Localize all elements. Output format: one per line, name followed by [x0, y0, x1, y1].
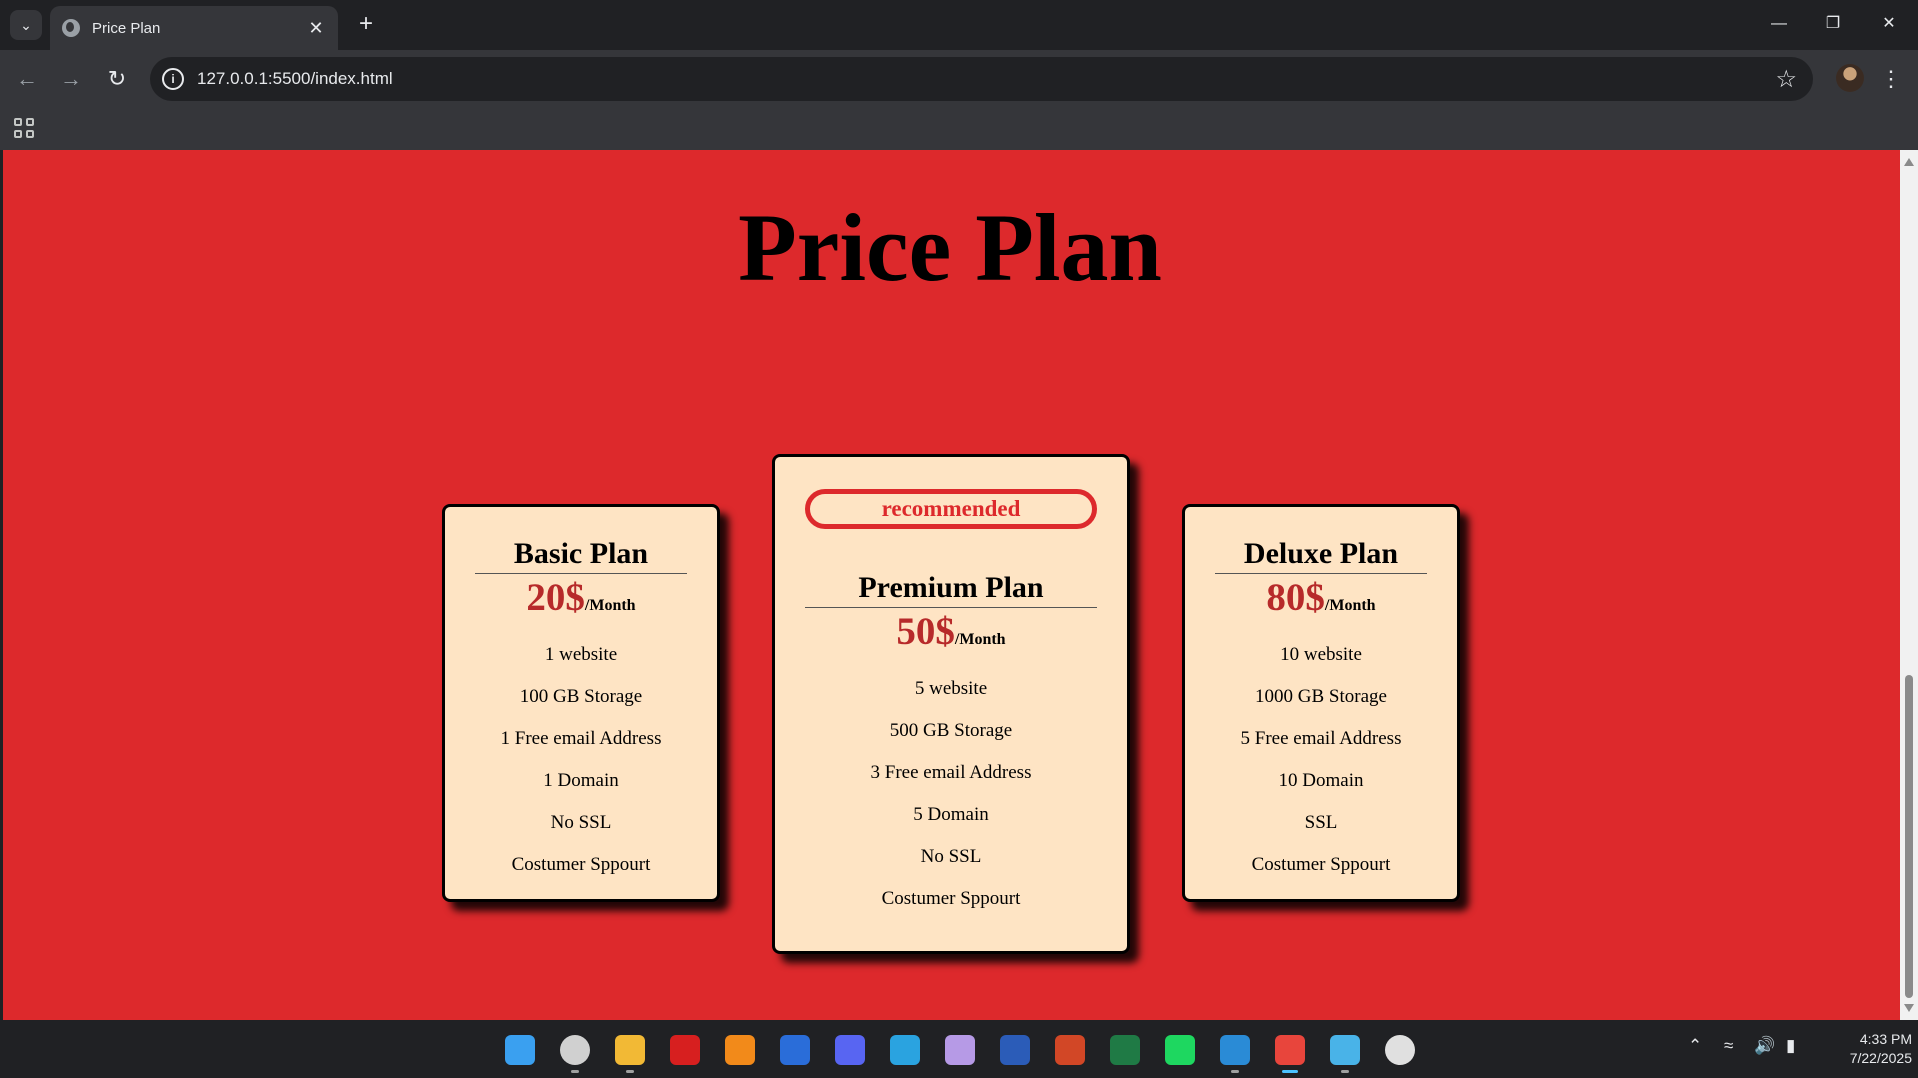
chrome-icon[interactable] — [1275, 1035, 1305, 1065]
clock-date: 7/22/2025 — [1849, 1050, 1912, 1066]
feature-item: 10 website — [1280, 644, 1362, 665]
price-period: /Month — [954, 631, 1006, 648]
forward-arrow-icon[interactable]: → — [54, 62, 88, 96]
scroll-thumb[interactable] — [1905, 675, 1913, 998]
show-hidden-icons-chevron-icon[interactable]: ⌃ — [1688, 1036, 1702, 1056]
start-icon[interactable] — [505, 1035, 535, 1065]
scroll-up-arrow-icon[interactable] — [1904, 158, 1914, 166]
plan-price: 80$/Month — [1185, 576, 1457, 628]
back-arrow-icon[interactable]: ← — [10, 62, 44, 96]
feature-item: 5 Free email Address — [1240, 728, 1402, 749]
plan-name: Premium Plan — [805, 571, 1097, 608]
tab-title: Price Plan — [92, 19, 161, 37]
feature-item: Costumer Sppourt — [1251, 854, 1391, 875]
feature-item: 1 website — [544, 644, 618, 665]
browser-tab[interactable]: Price Plan ✕ — [50, 6, 338, 50]
feature-item: SSL — [1304, 812, 1338, 833]
feature-item: No SSL — [920, 846, 982, 867]
plan-price: 20$/Month — [445, 576, 717, 628]
recommended-badge: recommended — [805, 489, 1097, 529]
feature-item: 1 Domain — [543, 770, 619, 791]
feature-item: Costumer Sppourt — [881, 888, 1021, 909]
powerpoint-icon[interactable] — [1055, 1035, 1085, 1065]
price-amount: 20$ — [526, 576, 585, 619]
acrobat-icon[interactable] — [670, 1035, 700, 1065]
tab-close-icon[interactable]: ✕ — [306, 18, 326, 39]
spotify-icon[interactable] — [1165, 1035, 1195, 1065]
plan-price: 50$/Month — [775, 610, 1127, 662]
excel-icon[interactable] — [1110, 1035, 1140, 1065]
close-window-button[interactable]: ✕ — [1866, 8, 1912, 40]
feature-list: 5 website 500 GB Storage 3 Free email Ad… — [775, 668, 1127, 920]
profile-avatar[interactable] — [1836, 64, 1864, 92]
new-tab-button[interactable]: + — [352, 10, 380, 40]
page-title: Price Plan — [738, 194, 1162, 301]
wifi-icon[interactable]: ≈ — [1724, 1036, 1733, 1056]
page-viewport: Price Plan Basic Plan 20$/Month 1 websit… — [0, 150, 1918, 1020]
running-indicator — [626, 1070, 634, 1073]
vlc-icon[interactable] — [725, 1035, 755, 1065]
bookmarks-bar — [0, 108, 1918, 150]
discord-icon[interactable] — [835, 1035, 865, 1065]
plan-name: Deluxe Plan — [1215, 537, 1427, 574]
feature-item: 100 GB Storage — [519, 686, 643, 707]
remote-desktop-icon[interactable] — [1385, 1035, 1415, 1065]
site-info-icon[interactable]: i — [162, 68, 184, 90]
restore-button[interactable]: ❐ — [1810, 8, 1856, 40]
word-icon[interactable] — [1000, 1035, 1030, 1065]
plan-card-premium: recommended Premium Plan 50$/Month 5 web… — [772, 454, 1130, 954]
feature-item: 500 GB Storage — [889, 720, 1013, 741]
system-clock[interactable]: 4:33 PM 7/22/2025 — [1822, 1030, 1912, 1068]
telegram-icon[interactable] — [890, 1035, 920, 1065]
price-period: /Month — [1324, 597, 1376, 614]
plan-name: Basic Plan — [475, 537, 687, 574]
vertical-scrollbar[interactable] — [1900, 150, 1918, 1020]
vscode-icon[interactable] — [1220, 1035, 1250, 1065]
taskbar: ⌃ ≈ 🔊 ▮ 4:33 PM 7/22/2025 — [0, 1020, 1918, 1078]
feature-list: 1 website 100 GB Storage 1 Free email Ad… — [445, 634, 717, 886]
feature-item: 3 Free email Address — [870, 762, 1032, 783]
feature-item: Costumer Sppourt — [511, 854, 651, 875]
feature-item: 1 Free email Address — [500, 728, 662, 749]
running-indicator — [1282, 1070, 1298, 1073]
volume-icon[interactable]: 🔊 — [1754, 1036, 1775, 1056]
running-indicator — [571, 1070, 579, 1073]
more-menu-icon[interactable]: ⋮ — [1880, 62, 1902, 96]
feature-item: 1000 GB Storage — [1255, 686, 1387, 707]
storage-app-icon[interactable] — [945, 1035, 975, 1065]
tab-search-chevron-icon[interactable]: ⌄ — [10, 10, 42, 40]
apps-grid-icon[interactable] — [14, 118, 34, 138]
feature-item: No SSL — [550, 812, 612, 833]
price-amount: 80$ — [1266, 576, 1325, 619]
notepad-icon[interactable] — [1330, 1035, 1360, 1065]
tab-bar: ⌄ Price Plan ✕ + — ❐ ✕ — [0, 0, 1918, 50]
url-text[interactable]: 127.0.0.1:5500/index.html — [197, 69, 393, 89]
clock-time: 4:33 PM — [1859, 1031, 1912, 1047]
battery-icon[interactable]: ▮ — [1786, 1036, 1795, 1056]
feature-item: 5 Domain — [913, 804, 989, 825]
price-amount: 50$ — [896, 610, 955, 653]
bookmark-star-icon[interactable]: ☆ — [1775, 65, 1797, 94]
file-explorer-icon[interactable] — [615, 1035, 645, 1065]
running-indicator — [1341, 1070, 1349, 1073]
browser-toolbar: ← → ↻ i 127.0.0.1:5500/index.html ☆ ⋮ — [0, 50, 1918, 108]
css3-icon[interactable] — [780, 1035, 810, 1065]
plan-card-basic: Basic Plan 20$/Month 1 website 100 GB St… — [442, 504, 720, 902]
running-indicator — [1231, 1070, 1239, 1073]
address-bar[interactable]: i 127.0.0.1:5500/index.html ☆ — [150, 57, 1813, 101]
feature-item: 5 website — [914, 678, 988, 699]
globe-icon — [62, 19, 80, 37]
price-period: /Month — [584, 597, 636, 614]
feature-list: 10 website 1000 GB Storage 5 Free email … — [1185, 634, 1457, 886]
feature-item: 10 Domain — [1278, 770, 1364, 791]
minimize-button[interactable]: — — [1756, 8, 1802, 40]
reload-icon[interactable]: ↻ — [100, 62, 134, 96]
plan-card-deluxe: Deluxe Plan 80$/Month 10 website 1000 GB… — [1182, 504, 1460, 902]
search-icon[interactable] — [560, 1035, 590, 1065]
scroll-down-arrow-icon[interactable] — [1904, 1004, 1914, 1012]
